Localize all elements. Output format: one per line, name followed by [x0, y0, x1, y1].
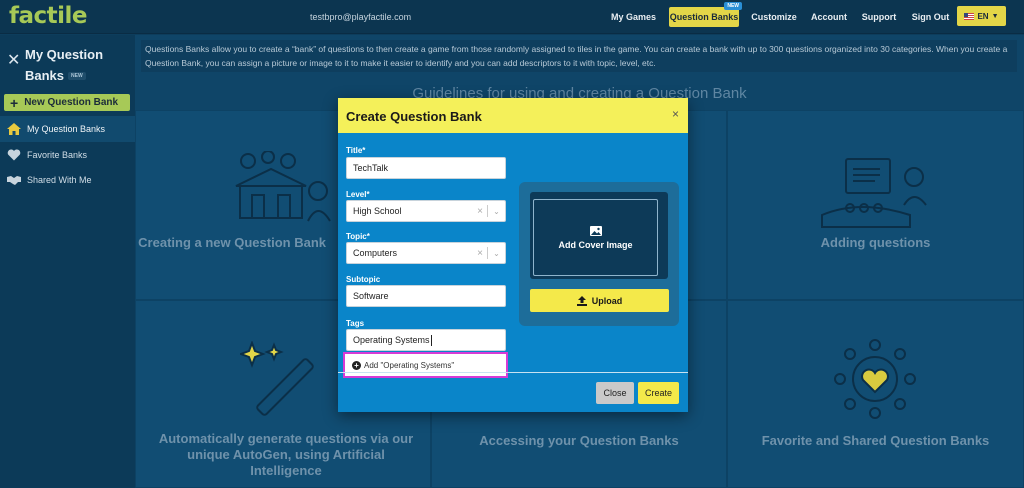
card-label: Automatically generate questions via our… [158, 431, 414, 478]
subtopic-label: Subtopic [346, 275, 381, 284]
plus-icon: + [10, 94, 19, 111]
top-nav: factile testbpro@playfactile.com My Game… [0, 0, 1024, 34]
nav-my-games[interactable]: My Games [607, 7, 660, 27]
card-label: Creating a new Question Bank [138, 235, 326, 250]
chevron-down-icon[interactable]: ⌄ [488, 249, 505, 258]
handshake-icon [7, 176, 21, 185]
sidebar-item-label: Favorite Banks [27, 150, 88, 160]
sidebar-title-text: My Question Banks [25, 47, 104, 83]
sidebar-item-shared-with-me[interactable]: Shared With Me [0, 167, 135, 193]
add-tag-option-label: Add "Operating Systems" [364, 361, 455, 370]
sidebar-item-label: Shared With Me [27, 175, 92, 185]
new-badge: NEW [68, 72, 86, 81]
topic-value: Computers [353, 248, 398, 258]
nav-question-banks[interactable]: Question Banks NEW [669, 2, 742, 27]
topic-select[interactable]: Computers × ⌄ [346, 242, 506, 264]
new-question-bank-button[interactable]: + New Question Bank [4, 94, 130, 111]
home-icon [7, 123, 21, 135]
nav-support[interactable]: Support [859, 7, 899, 27]
close-icon[interactable]: × [672, 107, 679, 121]
nav-sign-out[interactable]: Sign Out [908, 7, 953, 27]
user-email: testbpro@playfactile.com [310, 12, 412, 22]
title-label: Title* [346, 146, 366, 155]
upload-label: Upload [591, 295, 623, 306]
plus-circle-icon: + [352, 361, 361, 370]
modal-footer-divider [338, 372, 688, 373]
title-input[interactable]: TechTalk [346, 157, 506, 179]
nav-account[interactable]: Account [808, 7, 850, 27]
heart-icon [7, 149, 21, 161]
card-label: Accessing your Question Banks [479, 433, 679, 448]
guide-card-favorite-shared[interactable]: Favorite and Shared Question Banks [727, 300, 1024, 488]
close-button[interactable]: Close [596, 382, 634, 404]
sidebar-title: My Question Banks NEW [25, 44, 125, 87]
chevron-down-icon[interactable]: ⌄ [488, 207, 505, 216]
level-value: High School [353, 206, 402, 216]
language-selector[interactable]: EN ▼ [957, 6, 1006, 26]
us-flag-icon [964, 12, 975, 20]
new-question-bank-label: New Question Bank [24, 97, 119, 108]
add-cover-image-label: Add Cover Image [558, 239, 633, 250]
subtopic-input[interactable]: Software [346, 285, 506, 307]
level-label: Level* [346, 190, 370, 199]
modal-header: Create Question Bank × [338, 98, 688, 133]
language-label: EN [977, 11, 989, 21]
create-question-bank-modal: Create Question Bank × Title* TechTalk L… [338, 98, 688, 412]
logo[interactable]: factile [9, 3, 88, 29]
topic-label: Topic* [346, 232, 370, 241]
card-label: Favorite and Shared Question Banks [761, 433, 990, 448]
tag-suggestion-dropdown: + Add "Operating Systems" [343, 352, 508, 378]
sidebar: ✕ My Question Banks NEW + New Question Ba… [0, 35, 135, 488]
sidebar-item-label: My Question Banks [27, 124, 106, 134]
cover-image-dropzone[interactable]: Add Cover Image [530, 192, 668, 279]
sidebar-item-favorite-banks[interactable]: Favorite Banks [0, 142, 135, 168]
nav-question-banks-label: Question Banks [669, 12, 739, 22]
clear-icon[interactable]: × [473, 206, 487, 217]
clear-icon[interactable]: × [473, 248, 487, 259]
magic-wand-icon [240, 341, 314, 416]
shared-heart-network-icon [834, 339, 916, 419]
tags-input[interactable]: Operating Systems [346, 329, 506, 351]
nav-customize[interactable]: Customize [749, 7, 799, 27]
adding-questions-icon [821, 158, 927, 228]
image-icon [589, 225, 602, 236]
info-banner: Questions Banks allow you to create a “b… [141, 40, 1017, 72]
create-button[interactable]: Create [638, 382, 679, 404]
upload-button[interactable]: Upload [530, 289, 669, 312]
tags-value: Operating Systems [353, 335, 430, 345]
card-label: Adding questions [820, 235, 931, 250]
new-badge: NEW [724, 2, 742, 10]
chevron-down-icon: ▼ [991, 12, 999, 20]
guide-card-adding[interactable]: Adding questions [727, 110, 1024, 300]
add-tag-option[interactable]: + Add "Operating Systems" [348, 358, 503, 373]
sidebar-item-my-question-banks[interactable]: My Question Banks [0, 116, 135, 142]
tags-label: Tags [346, 319, 365, 328]
modal-title: Create Question Bank [346, 109, 482, 124]
level-select[interactable]: High School × ⌄ [346, 200, 506, 222]
close-sidebar-icon[interactable]: ✕ [7, 50, 20, 70]
cover-image-panel: Add Cover Image Upload [519, 182, 679, 326]
bank-building-icon [235, 151, 331, 222]
upload-icon [576, 295, 587, 306]
